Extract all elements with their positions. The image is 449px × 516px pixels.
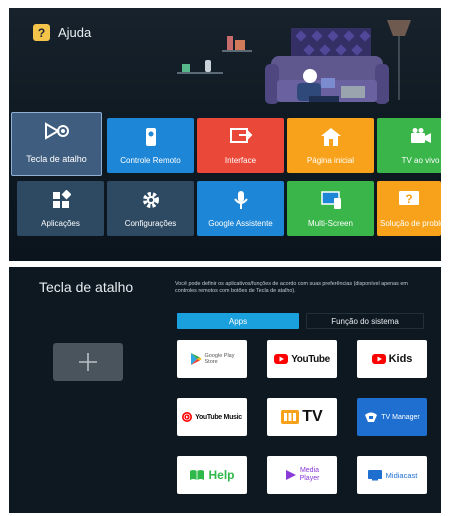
tv-camera-icon (377, 127, 441, 145)
tile-interface[interactable]: Interface (197, 118, 284, 173)
app-youtube-kids[interactable]: Kids (357, 340, 427, 378)
app-help[interactable]: Help (177, 456, 247, 494)
tab-apps[interactable]: Apps (177, 313, 299, 329)
tile-aplicacoes[interactable]: Aplicações (17, 181, 104, 236)
help-screen: ? Ajuda Tecla de atalho Controle Remoto … (9, 8, 441, 261)
tile-multi-screen[interactable]: Multi-Screen (287, 181, 374, 236)
help-book-icon (190, 470, 205, 480)
shortcut-title: Tecla de atalho (39, 279, 134, 295)
shortcut-icon (12, 122, 101, 140)
plus-icon (79, 353, 97, 371)
add-shortcut-button[interactable] (53, 343, 123, 381)
tile-solucao-de-problemas[interactable]: ? Solução de problem... (377, 181, 441, 236)
page-title: Ajuda (58, 25, 92, 40)
apps-icon (17, 190, 104, 210)
help-header: ? Ajuda (33, 24, 91, 41)
app-name: TV (302, 408, 323, 425)
app-name: YouTube (291, 353, 330, 365)
youtube-icon (274, 354, 289, 364)
google-play-icon (190, 353, 202, 365)
question-book-icon: ? (33, 24, 50, 41)
tile-configuracoes[interactable]: Configurações (107, 181, 194, 236)
media-player-icon (285, 470, 296, 480)
midiacast-icon (367, 470, 382, 481)
tile-tv-ao-vivo[interactable]: TV ao vivo (377, 118, 441, 173)
app-name: Media (299, 467, 320, 474)
tv-manager-icon (365, 412, 378, 422)
app-name: YouTube Music (195, 413, 242, 421)
microphone-icon (197, 190, 284, 210)
input-icon (197, 127, 284, 145)
app-name: Kids (388, 353, 413, 365)
shortcut-description: Você pode definir os aplicativos/funções… (175, 281, 408, 294)
app-tv[interactable]: TV (267, 398, 337, 436)
gear-icon (107, 190, 194, 210)
svg-text:?: ? (405, 192, 412, 206)
app-midiacast[interactable]: Midiacast (357, 456, 427, 494)
app-name: Midiacast (385, 470, 418, 480)
app-name: Google Play (204, 352, 235, 359)
app-media-player[interactable]: Media Player (267, 456, 337, 494)
app-name: Help (208, 468, 235, 482)
app-name-line2: Player (299, 475, 320, 482)
app-google-play-store[interactable]: Google Play Store (177, 340, 247, 378)
tile-pagina-inicial[interactable]: Página inicial (287, 118, 374, 173)
youtube-kids-icon (371, 354, 386, 364)
question-icon: ? (377, 190, 441, 208)
tile-tecla-de-atalho[interactable]: Tecla de atalho (11, 112, 102, 176)
app-tv-manager[interactable]: TV Manager (357, 398, 427, 436)
multiscreen-icon (287, 190, 374, 210)
remote-icon (107, 127, 194, 147)
app-name-line2: Store (204, 359, 218, 365)
tv-app-icon (281, 410, 300, 424)
tab-system-function[interactable]: Função do sistema (306, 313, 424, 329)
shortcut-key-screen: Tecla de atalho Você pode definir os apl… (9, 267, 441, 513)
home-icon (287, 127, 374, 147)
youtube-music-icon (182, 412, 193, 422)
tile-controle-remoto[interactable]: Controle Remoto (107, 118, 194, 173)
tile-google-assistente[interactable]: Google Assistente (197, 181, 284, 236)
app-name: TV Manager (381, 413, 420, 421)
app-youtube[interactable]: YouTube (267, 340, 337, 378)
app-youtube-music[interactable]: YouTube Music (177, 398, 247, 436)
